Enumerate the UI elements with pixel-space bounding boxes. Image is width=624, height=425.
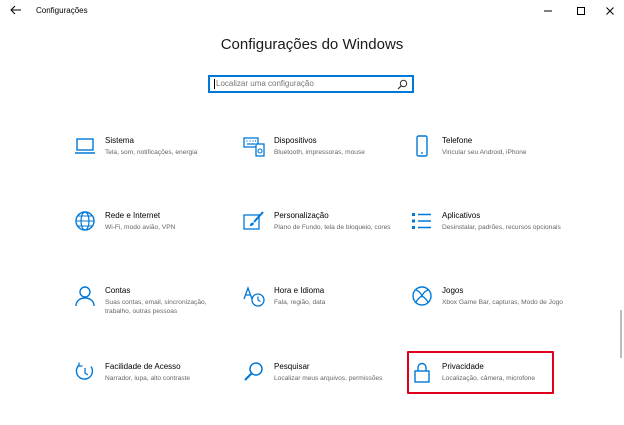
minimize-button[interactable] xyxy=(536,2,560,20)
tile-title: Pesquisar xyxy=(274,362,310,371)
xbox-icon xyxy=(411,285,433,307)
tile-description: Suas contas, email, sincronização, traba… xyxy=(105,299,207,315)
tile-description: Desinstalar, padrões, recursos opcionais xyxy=(442,224,561,231)
tile-description: Narrador, lupa, alto contraste xyxy=(105,375,191,382)
tile-sistema[interactable]: Sistema Tela, som, notificações, energia xyxy=(74,135,234,175)
privacidade-highlight-frame xyxy=(407,351,554,394)
tile-description: Wi-Fi, modo avião, VPN xyxy=(105,224,176,231)
search-placeholder: Localizar uma configuração xyxy=(216,79,314,88)
back-arrow-icon xyxy=(10,2,22,20)
paint-brush-icon xyxy=(243,210,265,232)
tile-title: Hora e Idioma xyxy=(274,286,325,295)
apps-list-icon xyxy=(411,210,433,232)
tile-description: Vincular seu Android, iPhone xyxy=(442,149,527,156)
tile-description: Bluetooth, impressoras, mouse xyxy=(274,149,365,156)
tile-personalizacao[interactable]: Personalização Plano de Fundo, tela de b… xyxy=(243,210,403,250)
ease-of-access-icon xyxy=(74,361,96,383)
tile-title: Facilidade de Acesso xyxy=(105,362,181,371)
title-bar: Configurações xyxy=(0,0,624,22)
window-title: Configurações xyxy=(36,6,88,15)
tile-title: Jogos xyxy=(442,286,464,295)
tile-description: Xbox Game Bar, capturas, Modo de Jogo xyxy=(442,299,563,306)
search-input[interactable]: Localizar uma configuração xyxy=(208,75,414,93)
tile-title: Aplicativos xyxy=(442,211,481,220)
page-title: Configurações do Windows xyxy=(220,36,404,53)
tile-pesquisar[interactable]: Pesquisar Localizar meus arquivos, permi… xyxy=(243,361,403,401)
tile-title: Rede e Internet xyxy=(105,211,161,220)
keyboard-speaker-icon xyxy=(243,135,265,157)
search-icon[interactable] xyxy=(397,79,408,90)
tile-rede-internet[interactable]: Rede e Internet Wi-Fi, modo avião, VPN xyxy=(74,210,234,250)
tile-telefone[interactable]: Telefone Vincular seu Android, iPhone xyxy=(411,135,571,175)
close-icon xyxy=(606,7,614,15)
time-language-icon xyxy=(243,285,265,307)
back-button[interactable] xyxy=(6,2,26,20)
vertical-scrollbar[interactable] xyxy=(620,310,622,358)
tile-description: Localizar meus arquivos, permissões xyxy=(274,375,383,382)
tile-description: Plano de Fundo, tela de bloqueio, cores xyxy=(274,224,391,231)
magnifier-icon xyxy=(243,361,265,383)
tile-title: Sistema xyxy=(105,136,134,145)
tile-aplicativos[interactable]: Aplicativos Desinstalar, padrões, recurs… xyxy=(411,210,571,250)
tile-jogos[interactable]: Jogos Xbox Game Bar, capturas, Modo de J… xyxy=(411,285,571,325)
tile-title: Telefone xyxy=(442,136,473,145)
text-caret xyxy=(214,79,215,89)
maximize-icon xyxy=(577,7,585,15)
tile-title: Personalização xyxy=(274,211,329,220)
person-icon xyxy=(74,285,96,307)
tile-title: Contas xyxy=(105,286,131,295)
maximize-button[interactable] xyxy=(569,2,593,20)
tile-title: Dispositivos xyxy=(274,136,317,145)
laptop-icon xyxy=(74,135,96,157)
tile-description: Fala, região, data xyxy=(274,299,326,306)
tile-contas[interactable]: Contas Suas contas, email, sincronização… xyxy=(74,285,234,325)
phone-icon xyxy=(411,135,433,157)
tile-hora-idioma[interactable]: Hora e Idioma Fala, região, data xyxy=(243,285,403,325)
tile-dispositivos[interactable]: Dispositivos Bluetooth, impressoras, mou… xyxy=(243,135,403,175)
close-button[interactable] xyxy=(598,2,622,20)
tile-description: Tela, som, notificações, energia xyxy=(105,149,198,156)
minimize-icon xyxy=(544,10,552,12)
globe-icon xyxy=(74,210,96,232)
tile-facilidade-acesso[interactable]: Facilidade de Acesso Narrador, lupa, alt… xyxy=(74,361,234,401)
